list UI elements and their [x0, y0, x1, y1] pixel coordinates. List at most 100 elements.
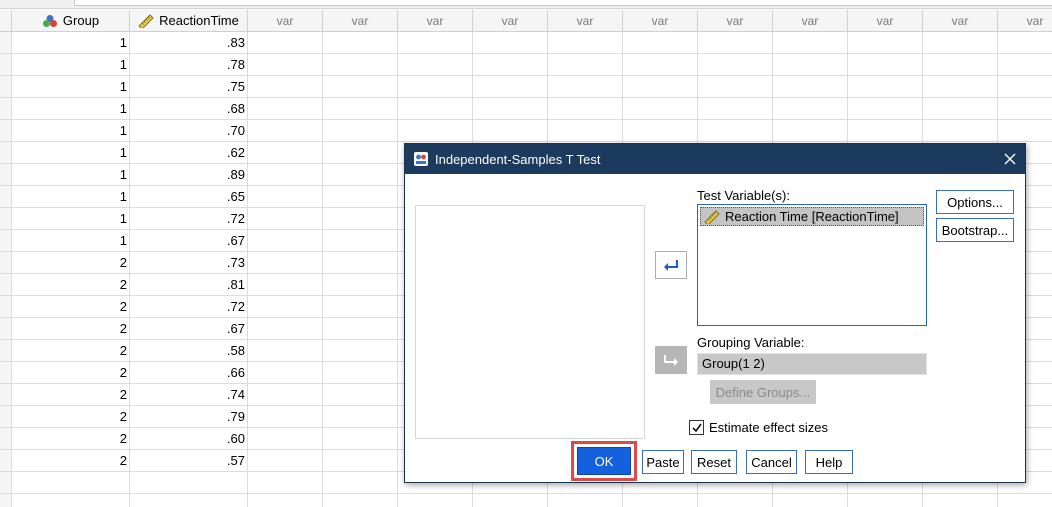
data-cell[interactable] — [323, 186, 398, 208]
data-cell[interactable]: 2 — [12, 340, 130, 362]
data-cell[interactable]: .66 — [130, 362, 248, 384]
row-number-cell[interactable] — [0, 164, 12, 186]
data-cell[interactable] — [248, 274, 323, 296]
cancel-button[interactable]: Cancel — [746, 450, 797, 474]
data-cell[interactable] — [248, 494, 323, 507]
data-cell[interactable] — [473, 76, 548, 98]
row-number-cell[interactable] — [0, 98, 12, 120]
data-cell[interactable]: 2 — [12, 274, 130, 296]
data-cell[interactable] — [923, 98, 998, 120]
data-cell[interactable]: 2 — [12, 296, 130, 318]
data-cell[interactable]: .78 — [130, 54, 248, 76]
data-cell[interactable] — [323, 76, 398, 98]
data-cell[interactable] — [398, 32, 473, 54]
row-number-cell[interactable] — [0, 32, 12, 54]
data-cell[interactable] — [323, 362, 398, 384]
data-cell[interactable] — [248, 252, 323, 274]
row-number-cell[interactable] — [0, 142, 12, 164]
row-number-cell[interactable] — [0, 230, 12, 252]
data-cell[interactable] — [130, 472, 248, 494]
bootstrap-button[interactable]: Bootstrap... — [936, 218, 1014, 242]
row-number-cell[interactable] — [0, 296, 12, 318]
data-cell[interactable] — [923, 54, 998, 76]
data-cell[interactable]: .83 — [130, 32, 248, 54]
column-header-var-11[interactable]: var — [923, 10, 998, 32]
data-cell[interactable]: 1 — [12, 120, 130, 142]
data-cell[interactable] — [473, 494, 548, 507]
column-header-var-2[interactable]: var — [248, 10, 323, 32]
data-cell[interactable]: .73 — [130, 252, 248, 274]
data-cell[interactable] — [248, 362, 323, 384]
column-header-var-3[interactable]: var — [323, 10, 398, 32]
column-header-group[interactable]: Group — [12, 10, 130, 32]
data-cell[interactable] — [698, 32, 773, 54]
data-cell[interactable] — [248, 32, 323, 54]
data-cell[interactable] — [548, 98, 623, 120]
data-cell[interactable]: .67 — [130, 318, 248, 340]
data-cell[interactable]: 1 — [12, 98, 130, 120]
data-cell[interactable] — [323, 494, 398, 507]
data-cell[interactable] — [323, 450, 398, 472]
data-cell[interactable] — [323, 384, 398, 406]
options-button[interactable]: Options... — [936, 190, 1014, 214]
data-cell[interactable]: .79 — [130, 406, 248, 428]
data-cell[interactable] — [998, 54, 1052, 76]
data-cell[interactable]: .67 — [130, 230, 248, 252]
data-cell[interactable]: 2 — [12, 252, 130, 274]
data-cell[interactable] — [248, 230, 323, 252]
data-cell[interactable] — [248, 472, 323, 494]
data-cell[interactable] — [923, 120, 998, 142]
data-cell[interactable] — [248, 296, 323, 318]
data-cell[interactable] — [773, 76, 848, 98]
estimate-effect-sizes-option[interactable]: Estimate effect sizes — [689, 420, 828, 435]
data-cell[interactable] — [398, 98, 473, 120]
row-number-cell[interactable] — [0, 252, 12, 274]
data-cell[interactable] — [698, 54, 773, 76]
data-cell[interactable]: .65 — [130, 186, 248, 208]
data-cell[interactable]: .74 — [130, 384, 248, 406]
row-number-cell[interactable] — [0, 494, 12, 507]
data-cell[interactable] — [773, 120, 848, 142]
data-cell[interactable] — [473, 120, 548, 142]
data-cell[interactable] — [548, 54, 623, 76]
data-cell[interactable] — [248, 120, 323, 142]
data-cell[interactable]: 1 — [12, 142, 130, 164]
data-cell[interactable] — [323, 32, 398, 54]
column-header-var-5[interactable]: var — [473, 10, 548, 32]
data-cell[interactable] — [323, 230, 398, 252]
data-cell[interactable] — [323, 318, 398, 340]
data-cell[interactable] — [698, 494, 773, 507]
data-cell[interactable] — [323, 340, 398, 362]
data-cell[interactable]: 1 — [12, 164, 130, 186]
data-cell[interactable] — [323, 208, 398, 230]
data-cell[interactable] — [548, 76, 623, 98]
reset-button[interactable]: Reset — [691, 450, 737, 474]
data-cell[interactable] — [248, 450, 323, 472]
data-cell[interactable] — [698, 98, 773, 120]
row-number-cell[interactable] — [0, 274, 12, 296]
data-cell[interactable] — [323, 54, 398, 76]
data-cell[interactable] — [248, 384, 323, 406]
data-cell[interactable] — [698, 120, 773, 142]
data-cell[interactable] — [923, 494, 998, 507]
row-number-cell[interactable] — [0, 54, 12, 76]
data-cell[interactable] — [473, 54, 548, 76]
data-cell[interactable] — [248, 76, 323, 98]
data-cell[interactable] — [923, 32, 998, 54]
paste-button[interactable]: Paste — [642, 450, 684, 474]
data-cell[interactable] — [623, 494, 698, 507]
row-number-cell[interactable] — [0, 340, 12, 362]
row-number-cell[interactable] — [0, 318, 12, 340]
data-cell[interactable] — [12, 472, 130, 494]
data-cell[interactable] — [248, 98, 323, 120]
row-number-cell[interactable] — [0, 76, 12, 98]
data-cell[interactable]: 1 — [12, 76, 130, 98]
data-cell[interactable] — [548, 494, 623, 507]
data-cell[interactable]: 2 — [12, 428, 130, 450]
move-to-grouping-variable-button[interactable] — [655, 346, 687, 374]
data-cell[interactable] — [323, 296, 398, 318]
data-cell[interactable] — [623, 32, 698, 54]
data-cell[interactable] — [848, 98, 923, 120]
data-cell[interactable] — [998, 494, 1052, 507]
data-cell[interactable]: .57 — [130, 450, 248, 472]
